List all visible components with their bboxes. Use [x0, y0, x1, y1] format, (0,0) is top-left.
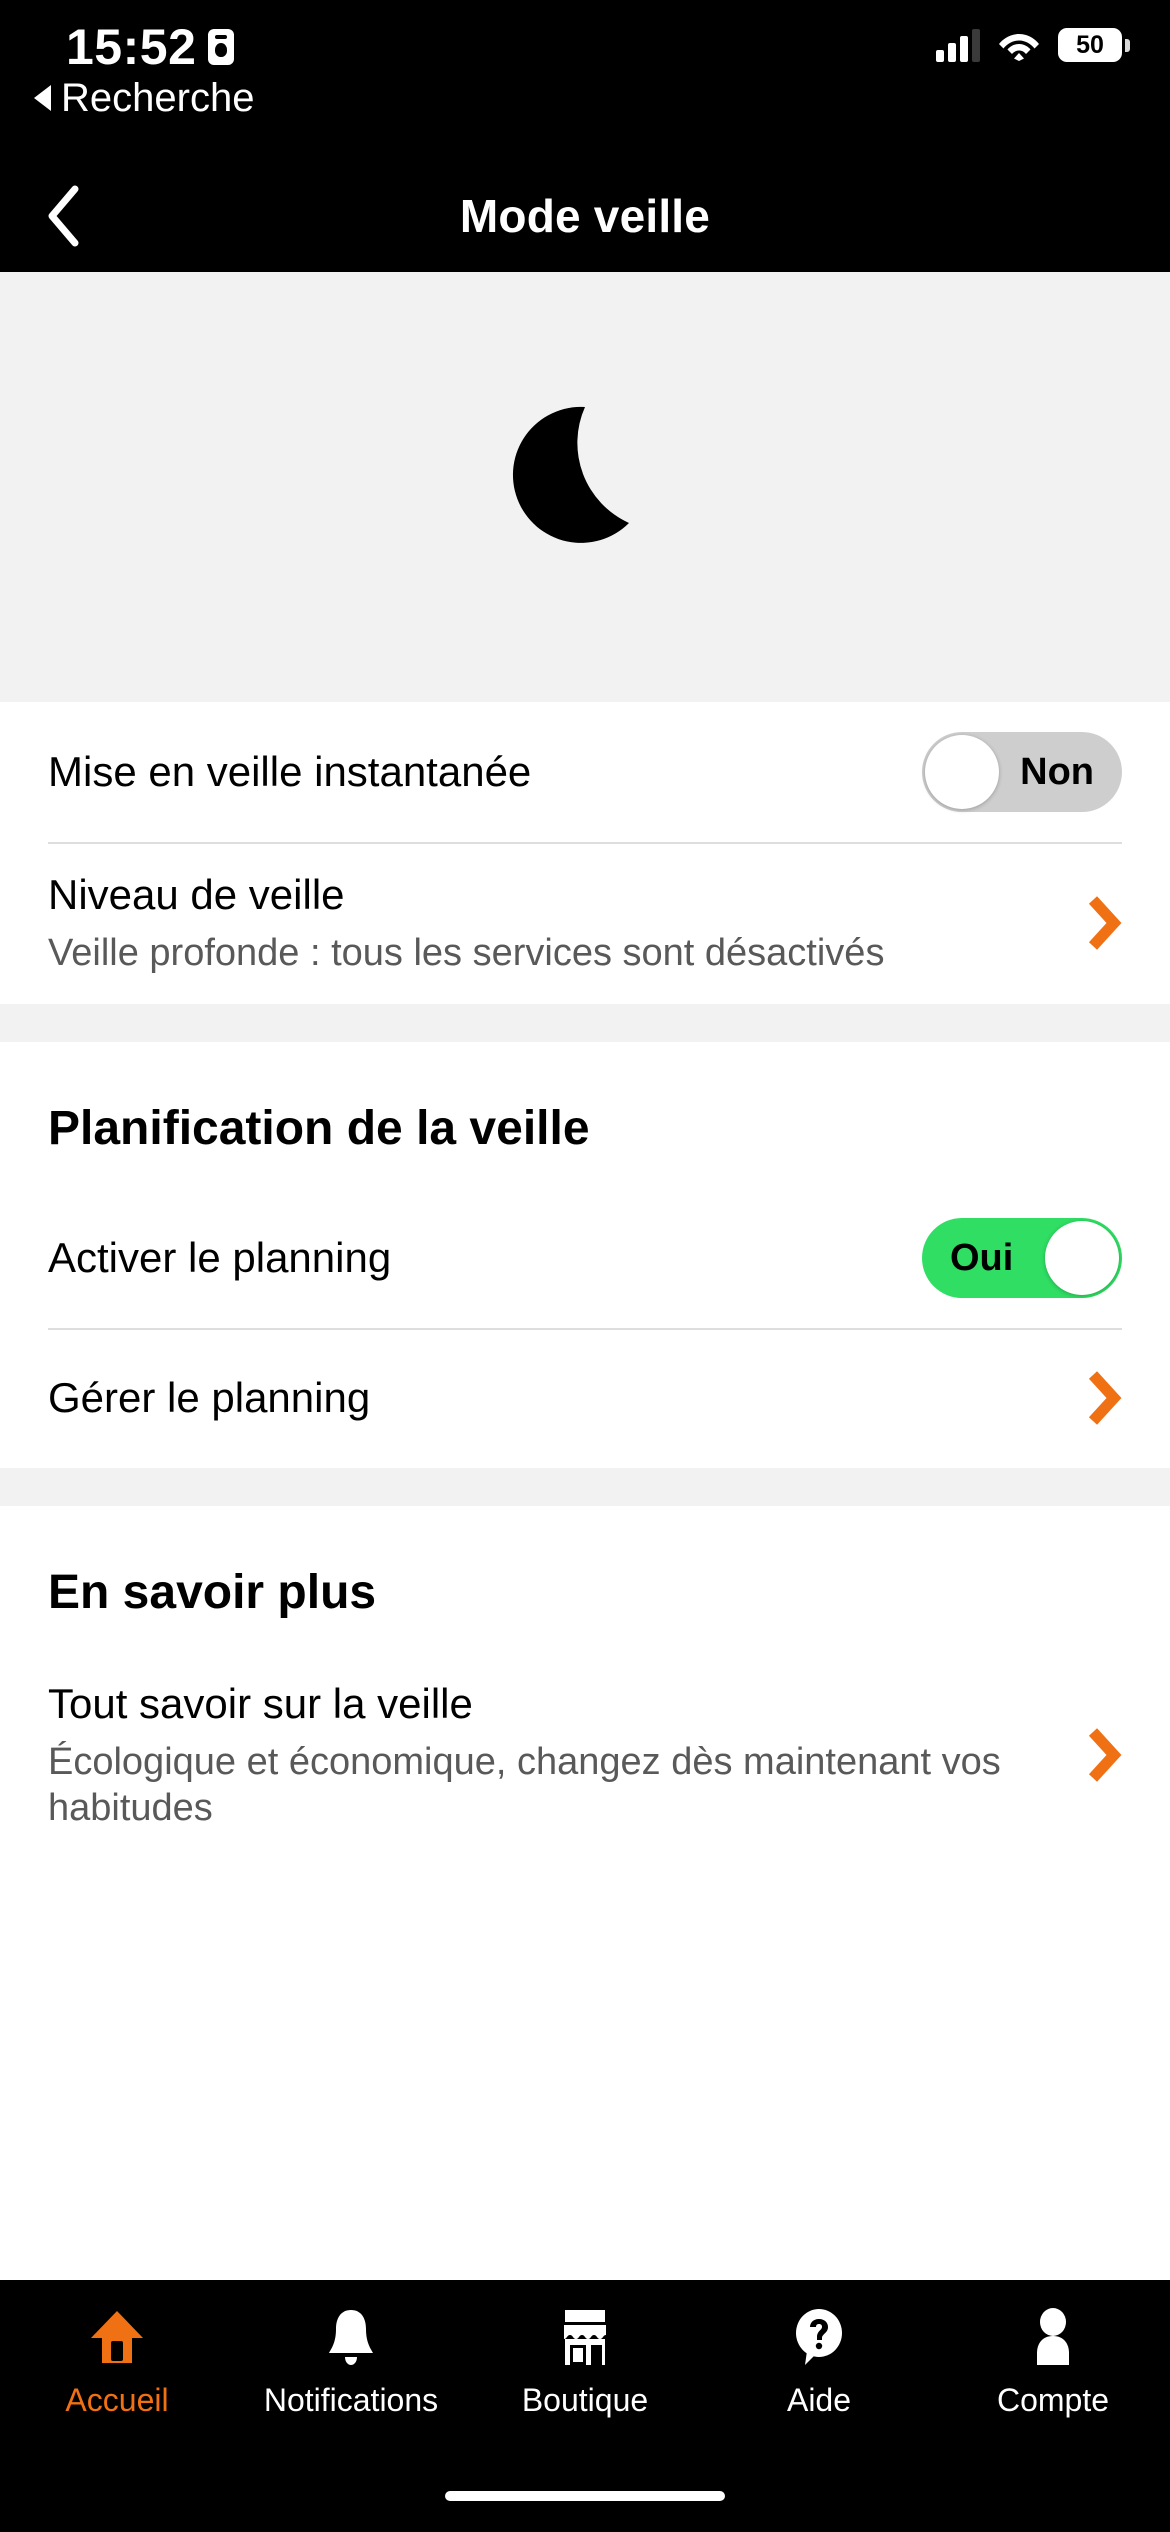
- status-back-label: Recherche: [61, 76, 255, 120]
- id-card-icon: [208, 29, 235, 65]
- row-title: Niveau de veille: [48, 871, 345, 918]
- status-bar: 15:52 Recherche 50: [0, 0, 1170, 160]
- row-gerer-le-planning[interactable]: Gérer le planning: [48, 1327, 1122, 1468]
- tab-label: Compte: [996, 2382, 1110, 2418]
- row-title: Mise en veille instantanée: [48, 748, 532, 796]
- tab-notifications[interactable]: Notifications: [234, 2302, 468, 2416]
- section-divider-band: [0, 1003, 1170, 1042]
- hero-section: [0, 272, 1170, 702]
- chevron-right-icon[interactable]: [1068, 1727, 1122, 1783]
- section-sleep-mode: Mise en veille instantanée Non Niveau de…: [0, 702, 1170, 1004]
- shop-icon: [553, 2302, 617, 2372]
- bell-icon: [319, 2302, 383, 2372]
- row-title: Activer le planning: [48, 1233, 392, 1281]
- toggle-mise-en-veille-instantanee[interactable]: Non: [922, 732, 1122, 812]
- section-heading-planification: Planification de la veille: [48, 1101, 590, 1155]
- section-divider-band: [0, 1467, 1170, 1506]
- tab-accueil[interactable]: Accueil: [0, 2302, 234, 2416]
- back-button[interactable]: [18, 160, 108, 272]
- row-title: Tout savoir sur la veille: [48, 1680, 473, 1728]
- cellular-signal-icon: [936, 28, 980, 62]
- row-text-block: Niveau de veille Veille profonde : tous …: [48, 870, 1068, 976]
- question-bubble-icon: [787, 2302, 851, 2372]
- chevron-right-icon[interactable]: [1068, 1370, 1122, 1426]
- row-text-block: Mise en veille instantanée: [48, 747, 922, 797]
- toggle-activer-le-planning[interactable]: Oui: [922, 1217, 1122, 1298]
- app-screen: 15:52 Recherche 50 Mode veille Mise en v…: [0, 0, 1170, 2532]
- tab-label: Aide: [786, 2382, 852, 2418]
- wifi-icon: [998, 29, 1040, 61]
- row-activer-le-planning[interactable]: Activer le planning Oui: [48, 1188, 1122, 1328]
- row-text-block: Gérer le planning: [48, 1373, 1068, 1423]
- triangle-left-icon: [34, 85, 51, 111]
- status-back-link[interactable]: Recherche: [34, 78, 254, 118]
- row-mise-en-veille-instantanee[interactable]: Mise en veille instantanée Non: [48, 702, 1122, 842]
- row-title: Gérer le planning: [48, 1373, 371, 1421]
- status-bar-left: 15:52: [66, 19, 235, 75]
- row-text-block: Activer le planning: [48, 1233, 922, 1283]
- row-subtitle: Veille profonde : tous les services sont…: [48, 931, 885, 974]
- home-indicator-area: [0, 2460, 1170, 2532]
- home-icon: [85, 2302, 149, 2372]
- row-tout-savoir-sur-la-veille[interactable]: Tout savoir sur la veille Écologique et …: [48, 1651, 1122, 1859]
- battery-level-label: 50: [1076, 30, 1104, 59]
- bottom-tab-bar: Accueil Notifications Boutique Aide Comp…: [0, 2280, 1170, 2460]
- tab-aide[interactable]: Aide: [702, 2302, 936, 2416]
- battery-icon: 50: [1058, 28, 1130, 62]
- status-bar-right: 50: [936, 28, 1130, 62]
- tab-label: Accueil: [65, 2382, 169, 2418]
- person-icon: [1021, 2302, 1085, 2372]
- section-planification: Planification de la veille Activer le pl…: [0, 1041, 1170, 1468]
- chevron-left-icon: [44, 185, 82, 247]
- row-text-block: Tout savoir sur la veille Écologique et …: [48, 1679, 1068, 1831]
- status-time: 15:52: [66, 19, 197, 75]
- toggle-knob: [925, 735, 999, 809]
- tab-boutique[interactable]: Boutique: [468, 2302, 702, 2416]
- home-indicator[interactable]: [445, 2491, 725, 2501]
- toggle-label: Non: [1020, 751, 1094, 793]
- chevron-right-icon[interactable]: [1068, 895, 1122, 951]
- crescent-moon-icon: [475, 377, 695, 597]
- row-niveau-de-veille[interactable]: Niveau de veille Veille profonde : tous …: [48, 842, 1122, 1004]
- tab-label: Boutique: [521, 2382, 649, 2418]
- tab-label: Notifications: [263, 2382, 439, 2418]
- tab-compte[interactable]: Compte: [936, 2302, 1170, 2416]
- row-subtitle: Écologique et économique, changez dès ma…: [48, 1740, 1001, 1829]
- toggle-label: Oui: [950, 1236, 1014, 1279]
- section-heading-en-savoir-plus: En savoir plus: [48, 1565, 377, 1619]
- settings-content: Mise en veille instantanée Non Niveau de…: [0, 702, 1170, 2280]
- navigation-bar: Mode veille: [0, 160, 1170, 272]
- toggle-knob: [1045, 1220, 1119, 1295]
- page-title: Mode veille: [459, 190, 711, 242]
- section-en-savoir-plus: En savoir plus Tout savoir sur la veille…: [0, 1505, 1170, 1860]
